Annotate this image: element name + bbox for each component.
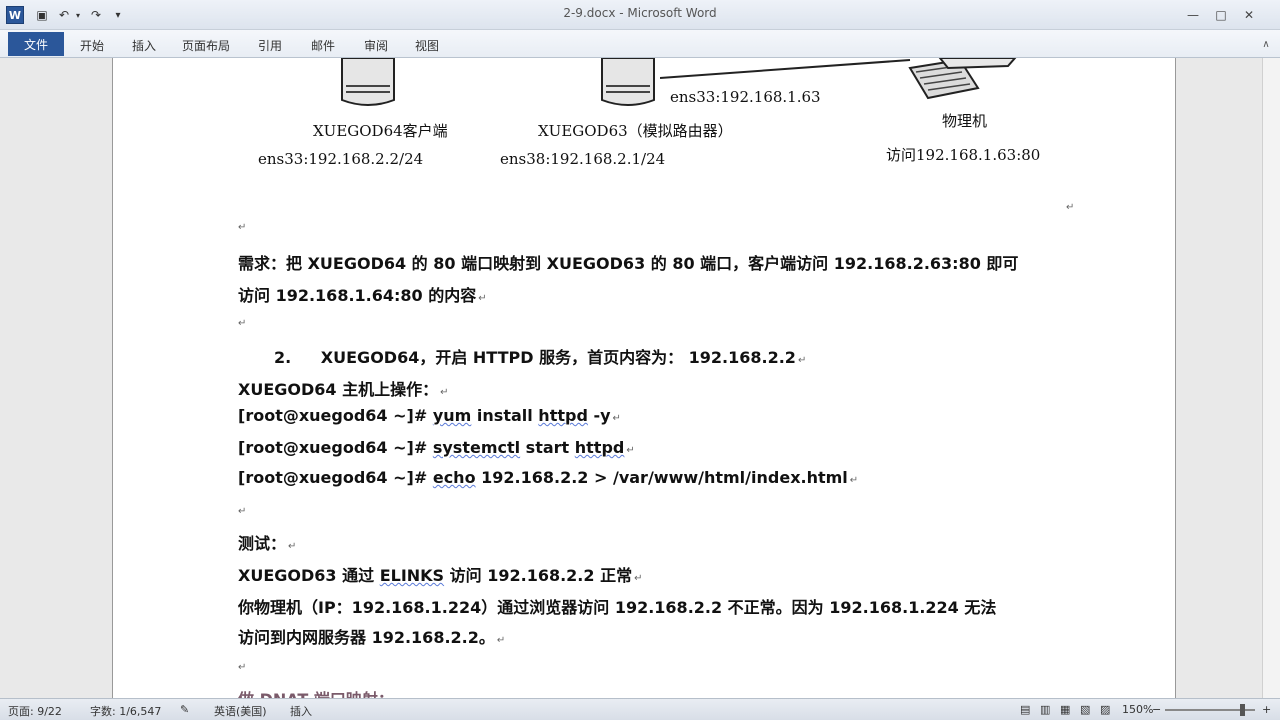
- window-title: 2-9.docx - Microsoft Word: [563, 6, 717, 20]
- shell-prompt: [root@xuegod64 ~]#: [238, 468, 428, 487]
- minimize-button[interactable]: —: [1180, 6, 1206, 24]
- ribbon-collapse-icon[interactable]: ∧: [1258, 36, 1274, 52]
- operation-title: XUEGOD64 主机上操作： ↵: [238, 380, 449, 399]
- zoom-slider-thumb[interactable]: [1240, 704, 1245, 716]
- tab-insert[interactable]: 插入: [132, 35, 156, 55]
- test-title: 测试： ↵: [238, 534, 297, 553]
- client-server-icon: [341, 58, 395, 106]
- test-line-1: XUEGOD63 通过 ELINKS 访问 192.168.2.2 正常 ↵: [238, 566, 643, 585]
- proofing-icon[interactable]: ✎: [180, 703, 189, 716]
- command-word: yum: [432, 406, 472, 425]
- command-word: systemctl: [432, 438, 521, 457]
- test-title-text: 测试：: [238, 534, 287, 553]
- zoom-in-button[interactable]: +: [1262, 703, 1271, 716]
- paragraph-mark: ↵: [238, 222, 247, 233]
- physical-machine-icon: [908, 58, 1017, 100]
- close-button[interactable]: ✕: [1236, 6, 1262, 24]
- view-draft-icon[interactable]: ▨: [1100, 703, 1110, 716]
- test-line-1-text: 访问 192.168.2.2 正常: [444, 566, 633, 585]
- ribbon-tabs: 文件 开始 插入 页面布局 引用 邮件 审阅 视图 ∧: [0, 30, 1280, 58]
- tab-view[interactable]: 视图: [415, 35, 439, 55]
- command-word: httpd: [538, 406, 588, 425]
- operation-title-text: XUEGOD64 主机上操作：: [238, 380, 439, 399]
- tab-references[interactable]: 引用: [258, 35, 282, 55]
- paragraph-mark: ↵: [1066, 202, 1075, 213]
- shell-prompt: [root@xuegod64 ~]#: [238, 406, 428, 425]
- zoom-level[interactable]: 150%: [1122, 703, 1153, 716]
- physical-access-label: 访问192.168.1.63:80: [886, 146, 1041, 164]
- page-count[interactable]: 页面: 9/22: [8, 703, 62, 719]
- document-workspace[interactable]: XUEGOD64客户端 ens33:192.168.2.2/24 XUEGOD6…: [0, 58, 1280, 698]
- network-link-line: [660, 59, 911, 79]
- tab-page-layout[interactable]: 页面布局: [182, 35, 230, 55]
- command-line-2: [root@xuegod64 ~]# systemctl start httpd…: [238, 438, 635, 457]
- router-label: XUEGOD63（模拟路由器）: [538, 122, 733, 140]
- status-bar: 页面: 9/22 字数: 1/6,547 ✎ 英语(美国) 插入 ▤ ▥ ▦ ▧…: [0, 698, 1280, 720]
- tab-file[interactable]: 文件: [8, 32, 64, 56]
- command-word: 192.168.2.2 > /var/www/html/index.html: [475, 468, 848, 487]
- physical-machine-label: 物理机: [942, 112, 988, 130]
- test-line-2: 你物理机（IP：192.168.1.224）通过浏览器访问 192.168.2.…: [238, 598, 997, 617]
- requirement-line-2-text: 访问 192.168.1.64:80 的内容: [238, 286, 477, 305]
- paragraph-mark: ↵: [238, 318, 247, 329]
- command-word: start: [520, 438, 575, 457]
- step-2-number: 2.: [274, 348, 292, 367]
- paragraph-mark: ↵: [238, 506, 247, 517]
- tab-mailings[interactable]: 邮件: [311, 35, 335, 55]
- step-2-text: XUEGOD64，开启 HTTPD 服务，首页内容为： 192.168.2.2: [320, 348, 796, 367]
- word-count[interactable]: 字数: 1/6,547: [90, 703, 161, 719]
- view-outline-icon[interactable]: ▧: [1080, 703, 1090, 716]
- command-word: echo: [432, 468, 476, 487]
- command-word: httpd: [574, 438, 625, 457]
- view-web-icon[interactable]: ▦: [1060, 703, 1070, 716]
- requirement-line-1: 需求：把 XUEGOD64 的 80 端口映射到 XUEGOD63 的 80 端…: [238, 254, 1019, 273]
- step-2-heading: 2. XUEGOD64，开启 HTTPD 服务，首页内容为： 192.168.2…: [274, 348, 807, 367]
- view-print-layout-icon[interactable]: ▤: [1020, 703, 1030, 716]
- test-line-1-text: XUEGOD63 通过: [238, 566, 380, 585]
- maximize-button[interactable]: □: [1208, 6, 1234, 24]
- vertical-scrollbar[interactable]: [1262, 58, 1280, 698]
- view-fullscreen-icon[interactable]: ▥: [1040, 703, 1050, 716]
- dnat-heading: 做 DNAT 端口映射：: [238, 686, 394, 698]
- command-word: -y: [587, 406, 611, 425]
- test-line-3: 访问到内网服务器 192.168.2.2。 ↵: [238, 628, 506, 647]
- client-label: XUEGOD64客户端: [313, 122, 448, 140]
- title-bar: W ▣ ↶ ▾ ↷ ▾ 2-9.docx - Microsoft Word — …: [0, 0, 1280, 30]
- paragraph-mark: ↵: [238, 662, 247, 673]
- router-server-icon: [601, 58, 655, 106]
- client-ip-label: ens33:192.168.2.2/24: [258, 150, 424, 168]
- shell-prompt: [root@xuegod64 ~]#: [238, 438, 428, 457]
- test-line-3-text: 访问到内网服务器 192.168.2.2。: [238, 628, 495, 647]
- command-word: install: [471, 406, 539, 425]
- router-outer-ip-label: ens33:192.168.1.63: [670, 88, 821, 106]
- tab-home[interactable]: 开始: [80, 35, 104, 55]
- command-line-3: [root@xuegod64 ~]# echo 192.168.2.2 > /v…: [238, 468, 859, 487]
- test-line-1-text: ELINKS: [379, 566, 445, 585]
- command-line-1: [root@xuegod64 ~]# yum install httpd -y ↵: [238, 406, 621, 425]
- zoom-out-button[interactable]: −: [1152, 703, 1161, 716]
- tab-review[interactable]: 审阅: [364, 35, 388, 55]
- requirement-line-2: 访问 192.168.1.64:80 的内容 ↵: [238, 286, 487, 305]
- insert-mode-indicator[interactable]: 插入: [290, 703, 312, 719]
- language-indicator[interactable]: 英语(美国): [214, 703, 267, 719]
- router-inner-ip-label: ens38:192.168.2.1/24: [500, 150, 666, 168]
